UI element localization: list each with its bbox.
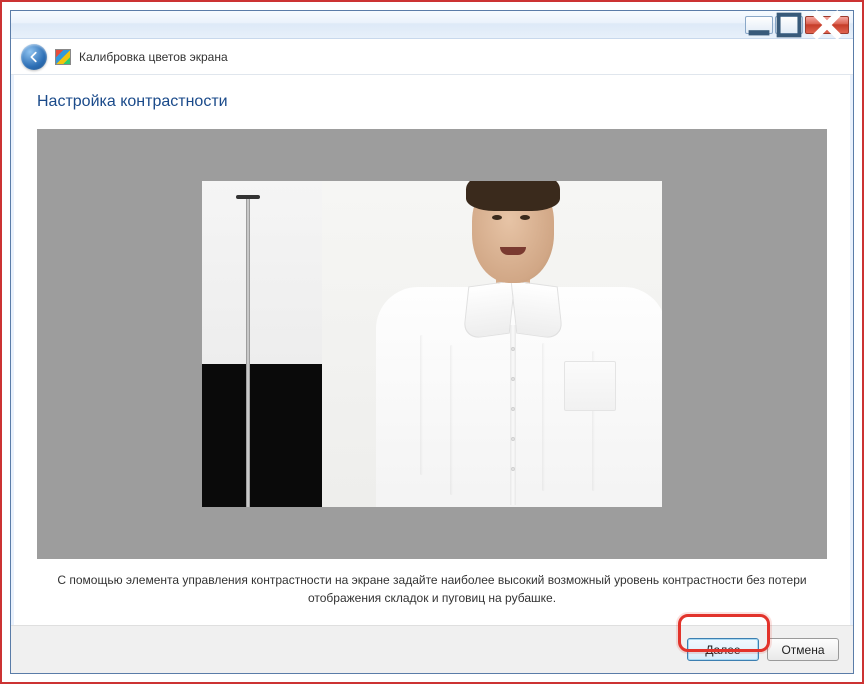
instruction-text: С помощью элемента управления контрастно…: [37, 559, 827, 615]
color-calibration-icon: [55, 49, 71, 65]
calibration-image-frame: [37, 129, 827, 559]
cancel-button[interactable]: Отмена: [767, 638, 839, 661]
app-title: Калибровка цветов экрана: [79, 50, 228, 64]
close-button[interactable]: [805, 16, 849, 34]
back-arrow-icon: [27, 50, 41, 64]
header-bar: Калибровка цветов экрана: [11, 39, 853, 75]
content-area: Настройка контрастности: [11, 75, 853, 625]
titlebar: [11, 11, 853, 39]
page-title: Настройка контрастности: [37, 93, 827, 111]
maximize-icon: [776, 12, 802, 38]
next-button[interactable]: Далее: [687, 638, 759, 661]
maximize-button[interactable]: [775, 16, 803, 34]
minimize-button[interactable]: [745, 16, 773, 34]
footer-bar: Далее Отмена: [11, 625, 853, 673]
wizard-window: Калибровка цветов экрана Настройка контр…: [10, 10, 854, 674]
minimize-icon: [746, 12, 772, 38]
back-button[interactable]: [21, 44, 47, 70]
calibration-reference-image: [202, 181, 662, 507]
